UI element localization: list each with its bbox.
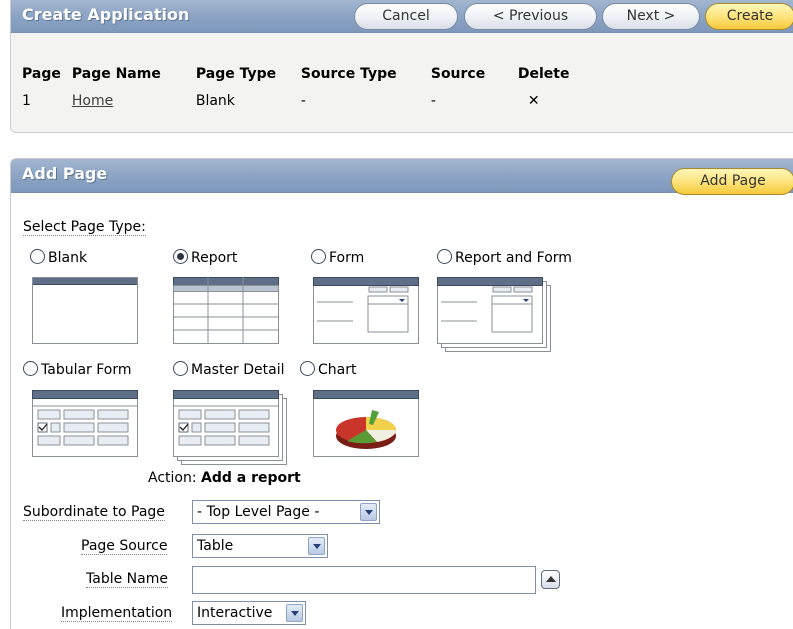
- lov-popup-icon[interactable]: [541, 570, 560, 589]
- page-type-blank[interactable]: Blank: [30, 249, 87, 266]
- action-value: Add a report: [201, 470, 301, 486]
- tabular-form-icon: [32, 390, 138, 446]
- cancel-button[interactable]: Cancel: [354, 3, 458, 30]
- column-header-source: Source: [430, 66, 486, 82]
- cell-source-type: -: [300, 93, 306, 109]
- tabular-form-thumbnail[interactable]: [32, 390, 138, 457]
- select-page-type-label: Select Page Type:: [23, 219, 146, 236]
- page-type-label: Master Detail: [191, 362, 285, 378]
- table-row: 1 Home Blank - - ✕: [22, 88, 580, 114]
- next-button[interactable]: Next >: [602, 3, 700, 30]
- subordinate-to-page-select[interactable]: - Top Level Page -: [192, 500, 380, 524]
- implementation-select[interactable]: Interactive: [192, 601, 306, 625]
- radio-icon[interactable]: [173, 249, 188, 264]
- cell-page: 1: [22, 93, 31, 109]
- radio-icon[interactable]: [311, 249, 326, 264]
- add-page-region: Add Page Add Page Select Page Type: Blan…: [10, 158, 793, 629]
- page-type-label: Report and Form: [455, 250, 572, 266]
- create-application-region: Create Application Cancel < Previous Nex…: [10, 0, 793, 133]
- action-label: Action:: [148, 470, 197, 486]
- radio-icon[interactable]: [30, 249, 45, 264]
- report-form-layout-icon: [437, 277, 543, 333]
- column-header-page-name: Page Name: [71, 66, 161, 82]
- radio-icon[interactable]: [300, 361, 315, 376]
- column-header-delete: Delete: [517, 66, 570, 82]
- page-type-form[interactable]: Form: [311, 249, 364, 266]
- selected-value: - Top Level Page -: [197, 504, 320, 520]
- page-type-tabular-form[interactable]: Tabular Form: [23, 361, 132, 378]
- column-header-page: Page: [22, 66, 61, 82]
- chart-page-thumbnail[interactable]: [313, 390, 419, 457]
- page-type-label: Blank: [48, 250, 88, 266]
- pie-chart-icon: [313, 390, 419, 449]
- subordinate-to-page-label: Subordinate to Page: [23, 504, 165, 521]
- create-button[interactable]: Create: [705, 3, 793, 30]
- page-type-label: Chart: [318, 362, 357, 378]
- page-source-select[interactable]: Table: [192, 534, 328, 558]
- report-page-thumbnail[interactable]: [173, 277, 279, 344]
- report-grid-icon: [173, 277, 279, 344]
- cell-page-type: Blank: [195, 93, 235, 109]
- implementation-label: Implementation: [61, 605, 173, 622]
- add-page-button[interactable]: Add Page: [671, 168, 793, 195]
- page-type-report[interactable]: Report: [173, 249, 237, 266]
- master-detail-thumbnail[interactable]: [173, 390, 279, 457]
- dropdown-arrow-icon[interactable]: [286, 604, 303, 622]
- form-page-thumbnail[interactable]: [313, 277, 419, 344]
- pages-table: Page Page Name Page Type Source Type Sou…: [22, 60, 580, 114]
- blank-page-thumbnail[interactable]: [32, 277, 138, 344]
- selected-value: Interactive: [197, 605, 273, 621]
- column-header-source-type: Source Type: [300, 66, 397, 82]
- dropdown-arrow-icon[interactable]: [360, 503, 377, 521]
- delete-x-icon[interactable]: ✕: [518, 88, 581, 114]
- page-source-label: Page Source: [81, 538, 168, 555]
- dropdown-arrow-icon[interactable]: [308, 537, 325, 555]
- previous-button[interactable]: < Previous: [464, 3, 597, 30]
- column-header-page-type: Page Type: [195, 66, 277, 82]
- region-title: Create Application: [22, 5, 190, 24]
- selected-value: Table: [197, 538, 234, 554]
- cell-source: -: [430, 93, 436, 109]
- radio-icon[interactable]: [437, 249, 452, 264]
- page-type-report-and-form[interactable]: Report and Form: [437, 249, 572, 266]
- radio-icon[interactable]: [23, 361, 38, 376]
- page-name-link[interactable]: Home: [72, 93, 113, 109]
- page-type-chart[interactable]: Chart: [300, 361, 356, 378]
- table-name-label: Table Name: [86, 571, 168, 588]
- page-type-label: Form: [329, 250, 365, 266]
- region-title: Add Page: [22, 164, 108, 183]
- report-and-form-thumbnail[interactable]: [437, 277, 543, 344]
- master-detail-icon: [173, 390, 279, 446]
- page-type-label: Report: [191, 250, 238, 266]
- page-type-master-detail[interactable]: Master Detail: [173, 361, 285, 378]
- table-name-input[interactable]: [192, 566, 536, 594]
- page-type-label: Tabular Form: [41, 362, 132, 378]
- radio-icon[interactable]: [173, 361, 188, 376]
- table-header-row: Page Page Name Page Type Source Type Sou…: [22, 60, 580, 88]
- form-layout-icon: [313, 277, 419, 333]
